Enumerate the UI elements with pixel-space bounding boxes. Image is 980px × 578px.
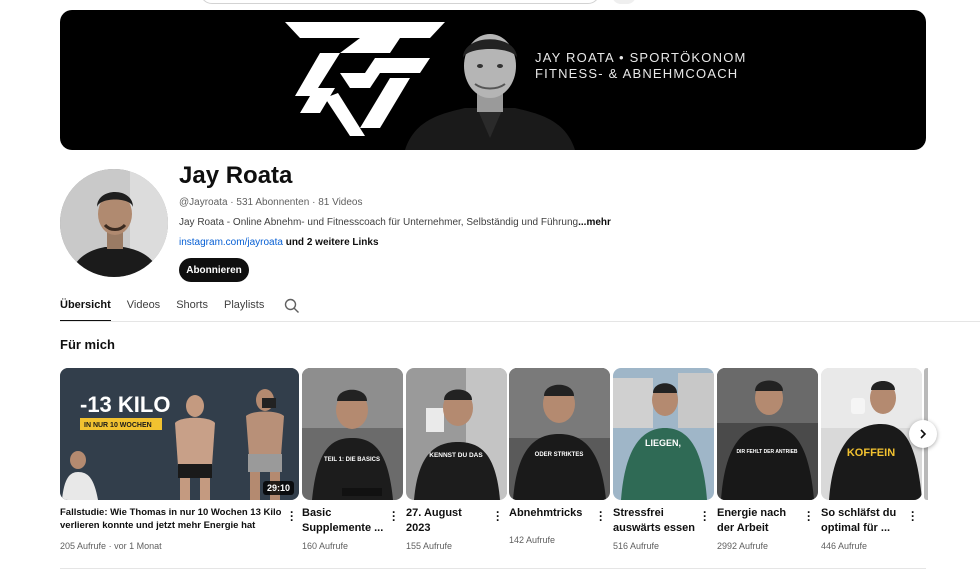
channel-links: instagram.com/jayroata und 2 weitere Lin… [179,237,379,248]
meta-separator: · [230,197,234,208]
short-views: 2992 Aufrufe [717,541,769,551]
meta-separator: · [312,197,316,208]
short-title-line: Supplemente ... [302,522,384,534]
more-options-icon[interactable]: · · · [390,506,398,526]
video-age: vor 1 Monat [114,541,162,551]
carousel-next-button[interactable] [909,420,937,448]
description-text: Jay Roata - Online Abnehm- und Fitnessco… [179,217,579,228]
video-count: 81 Videos [318,197,363,208]
short-overlay-text: KENNST DU DAS [429,452,483,459]
more-options-icon[interactable]: · · · [909,506,917,526]
more-links[interactable]: und 2 weitere Links [286,237,379,248]
channel-banner: JAY ROATA • SPORTÖKONOM FITNESS- & ABNEH… [60,10,926,150]
short-title[interactable]: Stressfrei auswärts essen [613,506,695,536]
short-thumbnail[interactable]: KOFFEIN [821,368,922,500]
instagram-link[interactable]: instagram.com/jayroata [179,237,283,248]
short-views: 142 Aufrufe [509,535,556,545]
short-thumbnail[interactable]: LIEGEN, [613,368,714,500]
thumb-headline: -13 KILO [80,392,170,417]
more-options-icon[interactable]: · · · [597,506,605,526]
video-title-line: Fallstudie: Wie Thomas in nur 10 Wochen … [60,507,282,518]
short-thumbnail[interactable]: TEIL 1: DIE BASICS [302,368,403,500]
tab-overview[interactable]: Übersicht [60,294,111,322]
tab-playlists[interactable]: Playlists [224,294,264,322]
short-title-line: Energie nach [717,507,787,519]
video-title[interactable]: Fallstudie: Wie Thomas in nur 10 Wochen … [60,506,285,532]
more-options-icon[interactable]: · · · [494,506,502,526]
short-title-line: 27. August [406,507,462,519]
short-overlay-text: KOFFEIN [847,447,895,459]
tab-shorts[interactable]: Shorts [176,294,208,322]
banner-tagline-1: JAY ROATA • SPORTÖKONOM [535,50,747,65]
subscriber-count: 531 Abonnenten [236,197,310,208]
meta-separator: · [108,541,112,551]
short-overlay-text: ODER STRIKTES [535,452,584,458]
short-overlay-text: TEIL 1: DIE BASICS [324,457,380,463]
thumb-subline: IN NUR 10 WOCHEN [84,422,152,429]
short-views: 160 Aufrufe [302,541,349,551]
short-title[interactable]: So schläfst du optimal für ... [821,506,903,536]
short-title-line: Abnehmtricks [509,507,583,519]
more-options-icon[interactable]: · · · [805,506,813,526]
short-views: 155 Aufrufe [406,541,453,551]
video-duration: 29:10 [262,481,294,495]
short-title[interactable]: Basic Supplemente ... [302,506,384,536]
short-thumbnail[interactable]: DIR FEHLT DER ANTRIEB [717,368,818,500]
short-title-line: auswärts essen [613,522,695,534]
banner-portrait [405,34,575,150]
short-title[interactable]: 27. August 2023 [406,506,488,536]
short-title-line: der Arbeit [717,522,769,534]
video-thumbnail[interactable]: -13 KILO IN NUR 10 WOCHEN 29:10 [60,368,299,500]
channel-avatar[interactable] [60,169,168,277]
avatar-portrait [60,169,168,277]
channel-tabs: Übersicht Videos Shorts Playlists [60,294,300,322]
channel-handle: @Jayroata [179,197,228,208]
short-title[interactable]: Energie nach der Arbeit [717,506,799,536]
short-views: 446 Aufrufe [821,541,868,551]
video-title-line: verlieren konnte und jetzt mehr Energie … [60,520,256,531]
section-title: Für mich [60,337,115,352]
mic-button-fragment[interactable] [612,0,636,4]
channel-meta: @Jayroata · 531 Abonnenten · 81 Videos [179,197,362,208]
short-title-line: 2023 [406,522,431,534]
short-overlay-text: LIEGEN, [645,438,681,448]
tabs-divider [60,321,980,322]
channel-description[interactable]: Jay Roata - Online Abnehm- und Fitnessco… [179,217,611,228]
more-link[interactable]: ...mehr [578,217,611,228]
tab-videos[interactable]: Videos [127,294,160,322]
short-title-line: Stressfrei [613,507,664,519]
more-options-icon[interactable]: · · · [288,506,296,526]
short-thumbnail[interactable]: KENNST DU DAS [406,368,507,500]
short-overlay-text: DIR FEHLT DER ANTRIEB [736,449,797,455]
banner-tagline-2: FITNESS- & ABNEHMCOACH [535,66,739,81]
chevron-right-icon [920,429,927,439]
search-icon[interactable] [284,298,300,314]
short-title-line: optimal für ... [821,522,891,534]
video-views: 205 Aufrufe [60,541,107,551]
section-divider [60,568,926,569]
video-meta: 205 Aufrufe · vor 1 Monat [60,541,162,551]
short-thumbnail[interactable]: ODER STRIKTES [509,368,610,500]
channel-name: Jay Roata [179,162,293,189]
short-title-line: Basic [302,507,332,519]
search-bar-fragment[interactable] [200,0,600,4]
short-title-line: So schläfst du [821,507,897,519]
subscribe-button[interactable]: Abonnieren [179,258,249,282]
short-title[interactable]: Abnehmtricks [509,506,591,521]
more-options-icon[interactable]: · · · [701,506,709,526]
short-views: 516 Aufrufe [613,541,660,551]
